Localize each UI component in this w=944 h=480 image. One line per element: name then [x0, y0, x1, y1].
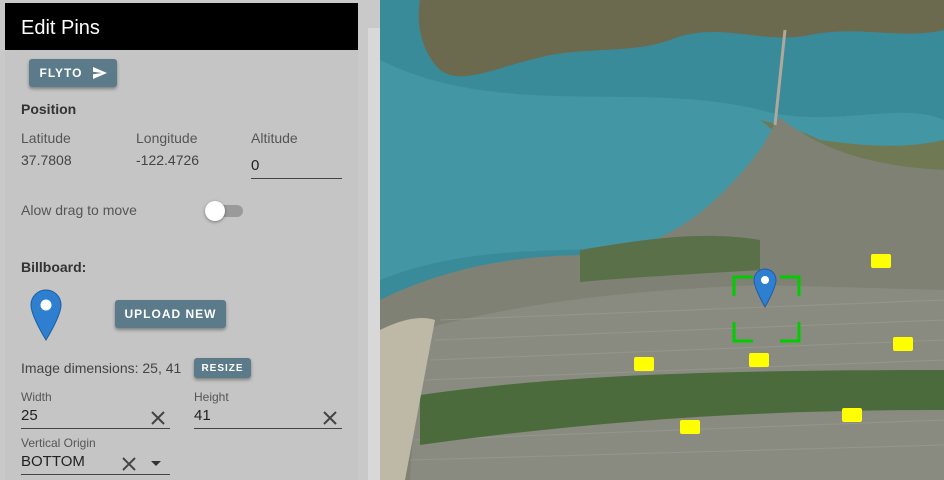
position-heading: Position [21, 101, 77, 117]
edit-pins-panel: Edit Pins FLYTO Position Latitude 37.780… [5, 3, 358, 480]
panel-title: Edit Pins [5, 3, 358, 50]
width-input[interactable]: 25 [21, 407, 170, 429]
map-view[interactable] [380, 0, 944, 480]
billboard-heading: Billboard: [21, 259, 87, 275]
billboard-marker[interactable] [680, 420, 700, 434]
altitude-label: Altitude [251, 130, 298, 146]
satellite-map[interactable] [380, 0, 944, 480]
clear-width-icon[interactable] [150, 410, 166, 426]
altitude-input[interactable]: 0 [251, 157, 342, 179]
clear-height-icon[interactable] [322, 410, 338, 426]
clear-origin-icon[interactable] [121, 456, 137, 472]
latitude-label: Latitude [21, 130, 71, 146]
billboard-marker[interactable] [893, 337, 913, 351]
flyto-label: FLYTO [39, 66, 83, 80]
image-dimensions-text: Image dimensions: 25, 41 [21, 360, 182, 376]
map-pin-icon [30, 289, 62, 341]
latitude-value: 37.7808 [21, 152, 72, 168]
panel-divider [368, 28, 380, 480]
flyto-button[interactable]: FLYTO [29, 59, 117, 87]
height-label: Height [194, 390, 229, 404]
billboard-marker[interactable] [842, 408, 862, 422]
vertical-origin-label: Vertical Origin [21, 436, 96, 450]
drag-toggle-thumb[interactable] [205, 201, 225, 221]
vertical-origin-select[interactable]: BOTTOM [21, 453, 170, 475]
longitude-label: Longitude [136, 130, 198, 146]
height-input[interactable]: 41 [194, 407, 342, 429]
billboard-marker[interactable] [871, 254, 891, 268]
chevron-down-icon[interactable] [151, 461, 161, 466]
resize-button[interactable]: RESIZE [194, 358, 251, 378]
upload-new-button[interactable]: UPLOAD NEW [115, 300, 226, 328]
width-label: Width [21, 390, 52, 404]
send-icon [92, 67, 107, 79]
billboard-marker[interactable] [634, 357, 654, 371]
drag-toggle-label: Alow drag to move [21, 202, 137, 218]
longitude-value: -122.4726 [136, 152, 200, 168]
billboard-marker[interactable] [749, 353, 769, 367]
